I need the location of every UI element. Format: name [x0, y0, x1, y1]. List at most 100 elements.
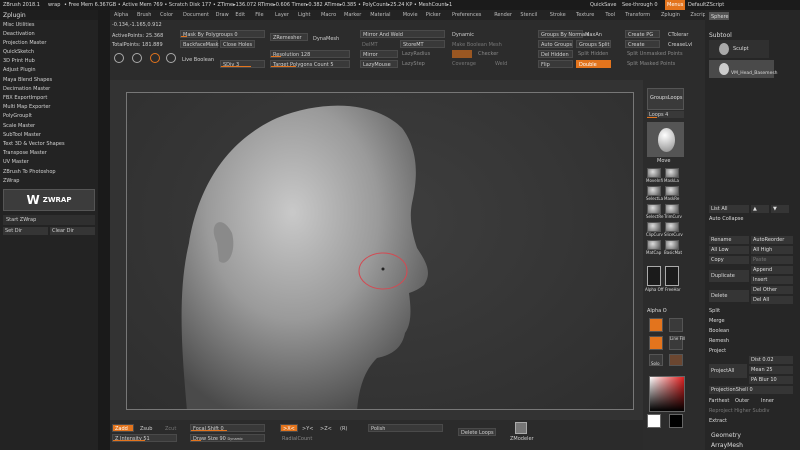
menu-tool[interactable]: Tool [605, 12, 615, 18]
insert-button[interactable]: Insert [751, 276, 793, 284]
menu-picker[interactable]: Picker [426, 12, 441, 18]
storemt-button[interactable]: StoreMT [400, 40, 445, 48]
local-symmetry-icon[interactable] [150, 53, 160, 63]
menu-macro[interactable]: Macro [321, 12, 336, 18]
draw-size-slider[interactable]: Draw Size 90 Dynamic [190, 434, 265, 442]
maxang-slider[interactable]: MaxAn [585, 32, 602, 38]
mirror-and-weld-button[interactable]: Mirror And Weld [360, 30, 445, 38]
dist-slider[interactable]: Dist 0.02 [749, 356, 793, 364]
main-color-swatch[interactable] [647, 414, 661, 428]
extract-menu[interactable]: Extract [709, 418, 727, 424]
transform-icon[interactable] [132, 53, 142, 63]
mirror-button[interactable]: Mirror [360, 50, 398, 58]
delete-button[interactable]: Delete [709, 290, 749, 302]
all-low-button[interactable]: All Low [709, 246, 749, 254]
color-picker[interactable] [649, 376, 685, 412]
plugin-item[interactable]: PolyGroupIt [0, 112, 98, 121]
double-sided-toggle[interactable] [452, 50, 472, 58]
menu-layer[interactable]: Layer [275, 12, 289, 18]
z-symmetry-button[interactable]: >Z< [320, 426, 332, 432]
flip-button[interactable]: Flip [538, 60, 573, 68]
freehand-stroke-thumbnail[interactable] [665, 266, 679, 286]
append-button[interactable]: Append [751, 266, 793, 274]
polish-slider[interactable]: Polish [368, 424, 443, 432]
start-zwrap-button[interactable]: Start ZWrap [3, 215, 95, 225]
subtool-row-active[interactable]: VM_Head_Basemesh [709, 60, 778, 78]
menu-preferences[interactable]: Preferences [452, 12, 481, 18]
focal-shift-slider[interactable]: Focal Shift 0 [190, 424, 265, 432]
del-other-button[interactable]: Del Other [751, 286, 793, 294]
menu-brush[interactable]: Brush [137, 12, 151, 18]
plugin-item[interactable]: Projection Master [0, 38, 98, 47]
plugin-item[interactable]: ZWrap [0, 176, 98, 185]
live-boolean-label[interactable]: Live Boolean [182, 57, 214, 63]
groups-by-normals-button[interactable]: Groups By Normals [538, 30, 589, 38]
menu-document[interactable]: Document [183, 12, 209, 18]
dynamesh-button[interactable]: DynaMesh [313, 36, 339, 42]
radial-symmetry-button[interactable]: (R) [340, 426, 347, 432]
remesh-menu[interactable]: Remesh [709, 338, 729, 344]
plugin-item[interactable]: ZBrush To Photoshop [0, 167, 98, 176]
ctolerance-slider[interactable]: CTolerar [668, 32, 688, 38]
brush-thumbnail[interactable] [647, 168, 661, 178]
groups-loops-button[interactable]: GroupsLoops [647, 88, 684, 110]
dynamic-button[interactable]: Dynamic [452, 32, 474, 38]
plugin-item[interactable]: UV Master [0, 158, 98, 167]
mask-by-polygroups-slider[interactable]: Mask By Polygroups 0 [180, 30, 265, 38]
checker-button[interactable]: Checker [478, 51, 498, 57]
duplicate-button[interactable]: Duplicate [709, 270, 749, 282]
menu-render[interactable]: Render [494, 12, 512, 18]
plugin-item[interactable]: Deactivation [0, 29, 98, 38]
groups-split-button[interactable]: Groups Split [576, 40, 611, 48]
arraymesh-menu[interactable]: ArrayMesh [711, 442, 743, 449]
pivot-icon[interactable] [166, 53, 176, 63]
plugin-item[interactable]: Misc Utilities [0, 20, 98, 29]
menu-marker[interactable]: Marker [344, 12, 361, 18]
zadd-button[interactable]: Zadd [112, 424, 134, 432]
create-pg-button[interactable]: Create PG [625, 30, 660, 38]
plugin-item[interactable]: SubTool Master [0, 130, 98, 139]
plugin-item[interactable]: 3D Print Hub [0, 57, 98, 66]
brush-thumbnail[interactable] [665, 222, 679, 232]
project-all-button[interactable]: ProjectAll [709, 364, 747, 378]
outer-button[interactable]: Outer [735, 398, 749, 404]
delmt-button[interactable]: DelMT [362, 42, 378, 48]
double-button[interactable]: Double [576, 60, 611, 68]
rename-button[interactable]: Rename [709, 236, 749, 244]
loops-slider[interactable]: Loops 4 [647, 111, 684, 118]
quicksave-button[interactable]: QuickSave [590, 2, 616, 8]
brush-thumbnail[interactable] [665, 186, 679, 196]
target-polygons-slider[interactable]: Target Polygons Count 5 [270, 60, 350, 68]
all-high-button[interactable]: All High [751, 246, 793, 254]
alpha-off-thumbnail[interactable] [647, 266, 661, 286]
auto-collapse-button[interactable]: Auto Collapse [709, 216, 743, 222]
boolean-menu[interactable]: Boolean [709, 328, 729, 334]
menu-file[interactable]: File [255, 12, 263, 18]
see-through-slider[interactable]: See-through 0 [622, 2, 658, 8]
plugin-item[interactable]: Decimation Master [0, 84, 98, 93]
menu-movie[interactable]: Movie [403, 12, 418, 18]
create-button[interactable]: Create [625, 40, 660, 48]
arrow-up-icon[interactable]: ▲ [751, 205, 769, 213]
merge-menu[interactable]: Merge [709, 318, 725, 324]
inner-button[interactable]: Inner [761, 398, 774, 404]
projection-shell-slider[interactable]: ProjectionShell 0 [709, 386, 793, 394]
default-zscript-button[interactable]: DefaultZScript [688, 2, 724, 8]
plugin-item[interactable]: Multi Map Exporter [0, 103, 98, 112]
mean-slider[interactable]: Mean 25 [749, 366, 793, 374]
clear-dir-button[interactable]: Clear Dir [50, 226, 95, 235]
lazymouse-button[interactable]: LazyMouse [360, 60, 398, 68]
crease-lvl-slider[interactable]: CreaseLvl [668, 42, 692, 48]
pa-blur-slider[interactable]: PA Blur 10 [749, 376, 793, 384]
document-canvas[interactable] [126, 92, 634, 410]
subtool-row-1[interactable]: Sculpt [709, 40, 769, 58]
menu-stroke[interactable]: Stroke [550, 12, 566, 18]
menu-draw[interactable]: Draw [216, 12, 229, 18]
move-brush-thumbnail[interactable] [647, 122, 684, 157]
lazy-step-slider[interactable]: LazyStep [402, 61, 425, 67]
sdiv-slider[interactable]: SDiv 3 [220, 60, 265, 68]
plugin-item[interactable]: Text 3D & Vector Shapes [0, 139, 98, 148]
frame-icon[interactable] [649, 318, 663, 332]
brush-thumbnail[interactable] [665, 204, 679, 214]
set-dir-button[interactable]: Set Dir [3, 226, 48, 235]
